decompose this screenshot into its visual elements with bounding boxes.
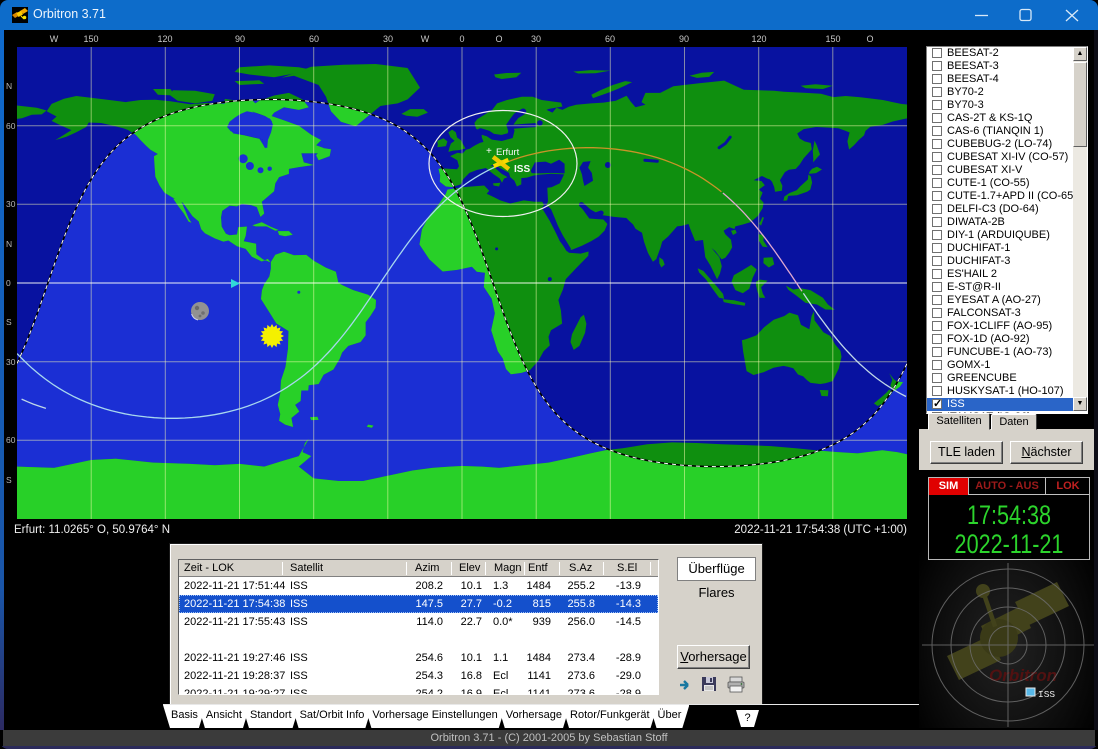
- svg-text:+: +: [486, 146, 492, 157]
- svg-text:ISS: ISS: [514, 164, 530, 175]
- svg-text:Erfurt: Erfurt: [496, 147, 520, 158]
- svg-text:ISS: ISS: [1038, 689, 1055, 700]
